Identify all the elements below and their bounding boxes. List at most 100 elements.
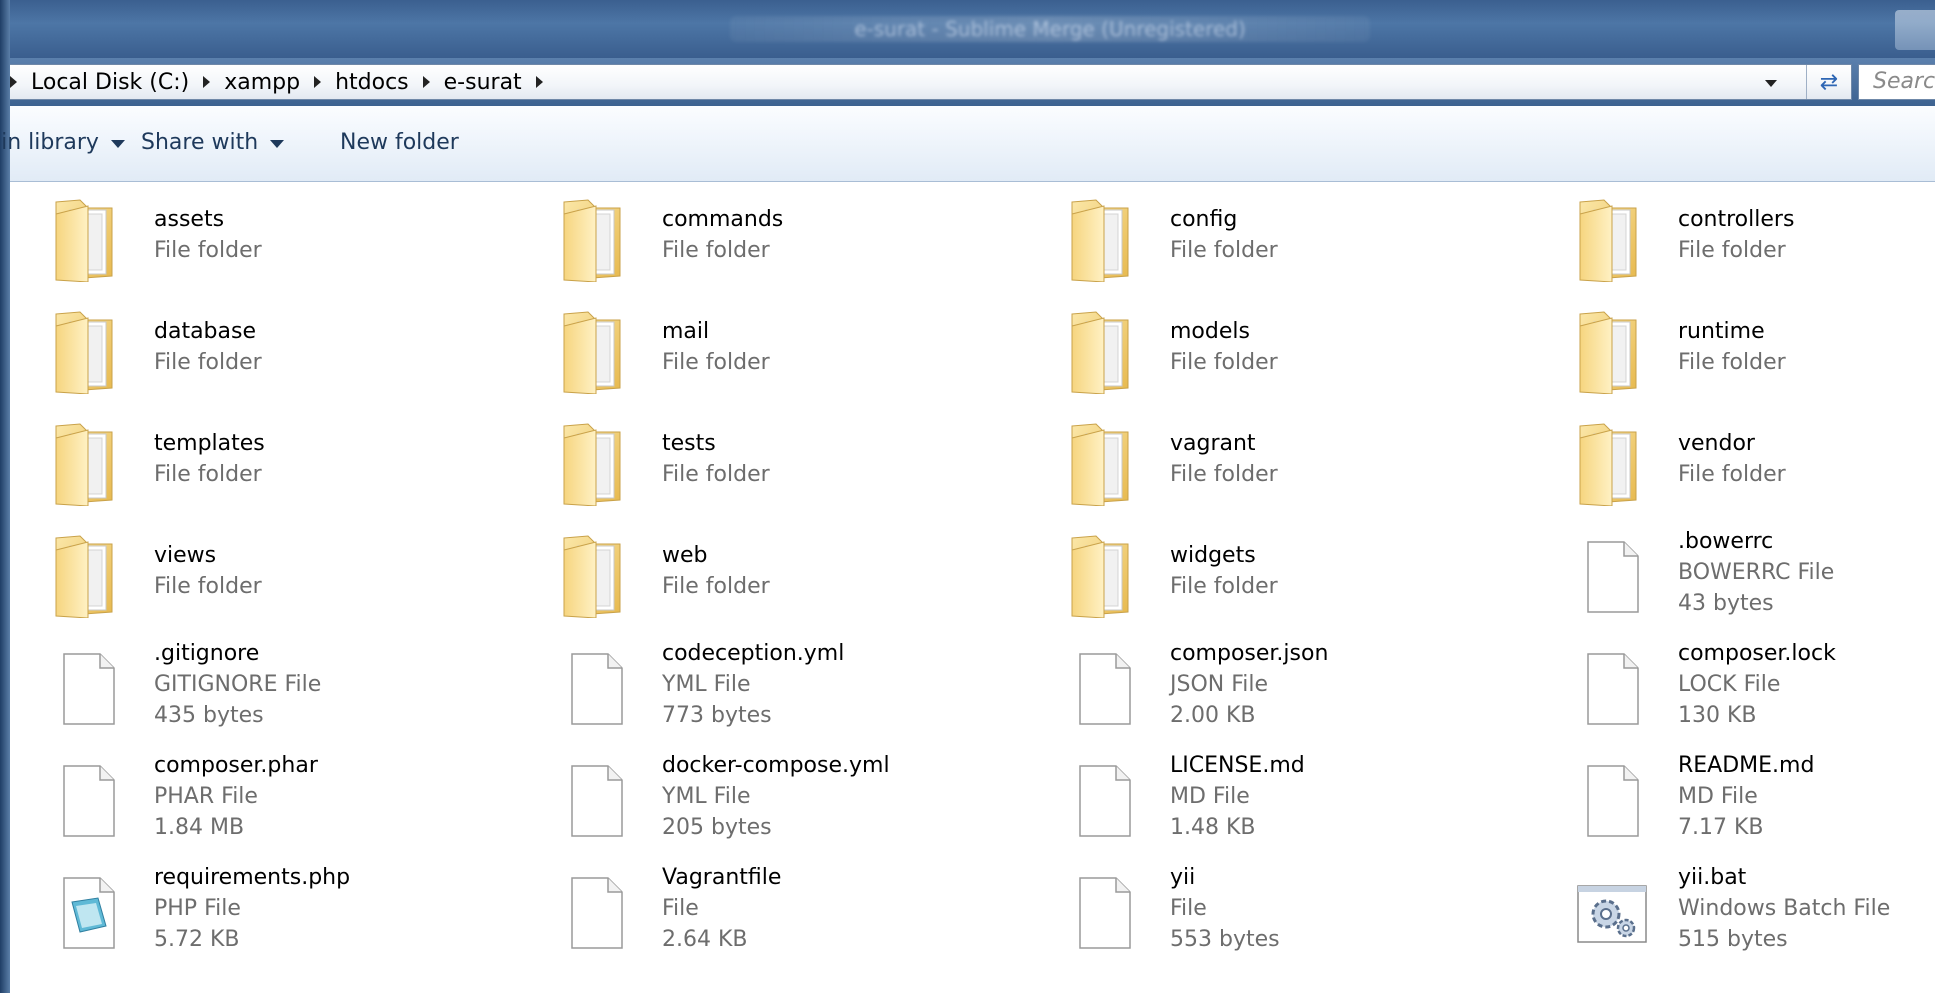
file-name: docker-compose.yml	[662, 753, 890, 778]
file-item[interactable]: README.md MD File 7.17 KB	[1534, 742, 1935, 850]
file-item[interactable]: vendor File folder	[1534, 406, 1935, 514]
file-name: composer.json	[1170, 641, 1329, 666]
file-name: .bowerrc	[1678, 529, 1774, 554]
address-history-dropdown[interactable]	[1761, 73, 1781, 93]
file-type: File folder	[1170, 574, 1278, 599]
file-item[interactable]: composer.phar PHAR File 1.84 MB	[10, 742, 510, 850]
file-type: File folder	[154, 350, 262, 375]
file-svg	[1587, 765, 1639, 837]
breadcrumb-arrow-icon[interactable]	[314, 76, 322, 88]
file-item-details: requirements.php PHP File 5.72 KB	[154, 862, 504, 955]
blank-file-icon	[558, 644, 634, 730]
file-size: 205 bytes	[662, 815, 772, 840]
file-size: 515 bytes	[1678, 927, 1788, 952]
blank-file-icon	[558, 756, 634, 842]
file-item[interactable]: docker-compose.yml YML File 205 bytes	[518, 742, 1018, 850]
file-item[interactable]: yii File 553 bytes	[1026, 854, 1526, 962]
file-name: templates	[154, 431, 265, 456]
file-size: 2.64 KB	[662, 927, 748, 952]
file-size: 1.84 MB	[154, 815, 245, 840]
file-name: runtime	[1678, 319, 1765, 344]
blank-file-icon	[1574, 532, 1650, 618]
folder-svg	[1579, 311, 1637, 394]
file-item-details: yii.bat Windows Batch File 515 bytes	[1678, 862, 1935, 955]
breadcrumb-arrow-icon[interactable]	[203, 76, 211, 88]
breadcrumb-htdocs[interactable]: htdocs	[333, 70, 411, 95]
file-item[interactable]: mail File folder	[518, 294, 1018, 402]
file-name: README.md	[1678, 753, 1815, 778]
php-file-svg	[63, 877, 115, 949]
breadcrumb-e-surat[interactable]: e-surat	[442, 70, 524, 95]
file-size: 553 bytes	[1170, 927, 1280, 952]
file-type: YML File	[662, 672, 751, 697]
file-item[interactable]: commands File folder	[518, 182, 1018, 290]
new-folder-label: New folder	[340, 130, 459, 155]
breadcrumb-arrow-icon[interactable]	[10, 76, 17, 88]
file-item[interactable]: LICENSE.md MD File 1.48 KB	[1026, 742, 1526, 850]
breadcrumb-local-disk[interactable]: Local Disk (C:)	[29, 70, 191, 95]
file-item[interactable]: views File folder	[10, 518, 510, 626]
file-item[interactable]: requirements.php PHP File 5.72 KB	[10, 854, 510, 962]
breadcrumb-xampp[interactable]: xampp	[222, 70, 302, 95]
file-item[interactable]: yii.bat Windows Batch File 515 bytes	[1534, 854, 1935, 962]
file-name: vendor	[1678, 431, 1755, 456]
file-type: File folder	[1678, 350, 1786, 375]
search-input[interactable]: Search e-surat	[1858, 64, 1935, 100]
folder-svg	[1071, 423, 1129, 506]
file-type: File folder	[154, 238, 262, 263]
file-name: tests	[662, 431, 716, 456]
file-svg	[1587, 653, 1639, 725]
file-name: composer.lock	[1678, 641, 1836, 666]
share-with-button[interactable]: Share with	[141, 130, 285, 155]
file-name: database	[154, 319, 256, 344]
file-item-details: config File folder	[1170, 204, 1520, 266]
address-box[interactable]: Local Disk (C:) xampp htdocs e-surat ⇄	[10, 64, 1852, 100]
include-in-library-label: Include in library	[0, 130, 99, 155]
file-item[interactable]: web File folder	[518, 518, 1018, 626]
file-svg	[1079, 877, 1131, 949]
file-item[interactable]: Vagrantfile File 2.64 KB	[518, 854, 1018, 962]
file-item[interactable]: runtime File folder	[1534, 294, 1935, 402]
file-item-details: runtime File folder	[1678, 316, 1935, 378]
file-item[interactable]: models File folder	[1026, 294, 1526, 402]
file-item[interactable]: .bowerrc BOWERRC File 43 bytes	[1534, 518, 1935, 626]
folder-svg	[1071, 311, 1129, 394]
folder-icon	[1574, 308, 1650, 394]
file-list: assets File folder commands File folder	[10, 182, 1935, 993]
file-item[interactable]: codeception.yml YML File 773 bytes	[518, 630, 1018, 738]
include-in-library-button[interactable]: Include in library	[0, 130, 125, 155]
file-item[interactable]: controllers File folder	[1534, 182, 1935, 290]
file-type: MD File	[1678, 784, 1758, 809]
file-item[interactable]: templates File folder	[10, 406, 510, 514]
file-name: config	[1170, 207, 1238, 232]
breadcrumb-arrow-icon[interactable]	[422, 76, 430, 88]
file-item-details: composer.phar PHAR File 1.84 MB	[154, 750, 504, 843]
file-item-details: mail File folder	[662, 316, 1012, 378]
breadcrumb-arrow-icon[interactable]	[535, 76, 543, 88]
title-bar[interactable]: e-surat - Sublime Merge (Unregistered)	[10, 0, 1935, 58]
folder-svg	[1071, 199, 1129, 282]
refresh-button[interactable]: ⇄	[1806, 65, 1851, 99]
file-item[interactable]: composer.lock LOCK File 130 KB	[1534, 630, 1935, 738]
file-name: widgets	[1170, 543, 1256, 568]
file-item[interactable]: vagrant File folder	[1026, 406, 1526, 514]
file-item[interactable]: widgets File folder	[1026, 518, 1526, 626]
file-item-details: vagrant File folder	[1170, 428, 1520, 490]
file-item[interactable]: .gitignore GITIGNORE File 435 bytes	[10, 630, 510, 738]
file-item[interactable]: database File folder	[10, 294, 510, 402]
file-item[interactable]: assets File folder	[10, 182, 510, 290]
file-item[interactable]: composer.json JSON File 2.00 KB	[1026, 630, 1526, 738]
file-item[interactable]: tests File folder	[518, 406, 1018, 514]
new-folder-button[interactable]: New folder	[340, 130, 459, 155]
blank-file-icon	[558, 868, 634, 954]
file-item[interactable]: config File folder	[1026, 182, 1526, 290]
minimize-button[interactable]	[1895, 10, 1935, 50]
file-item-details: README.md MD File 7.17 KB	[1678, 750, 1935, 843]
folder-icon	[1574, 420, 1650, 506]
file-type: File	[662, 896, 699, 921]
file-name: Vagrantfile	[662, 865, 782, 890]
file-type: File	[1170, 896, 1207, 921]
file-size: 435 bytes	[154, 703, 264, 728]
folder-svg	[55, 199, 113, 282]
file-name: web	[662, 543, 708, 568]
